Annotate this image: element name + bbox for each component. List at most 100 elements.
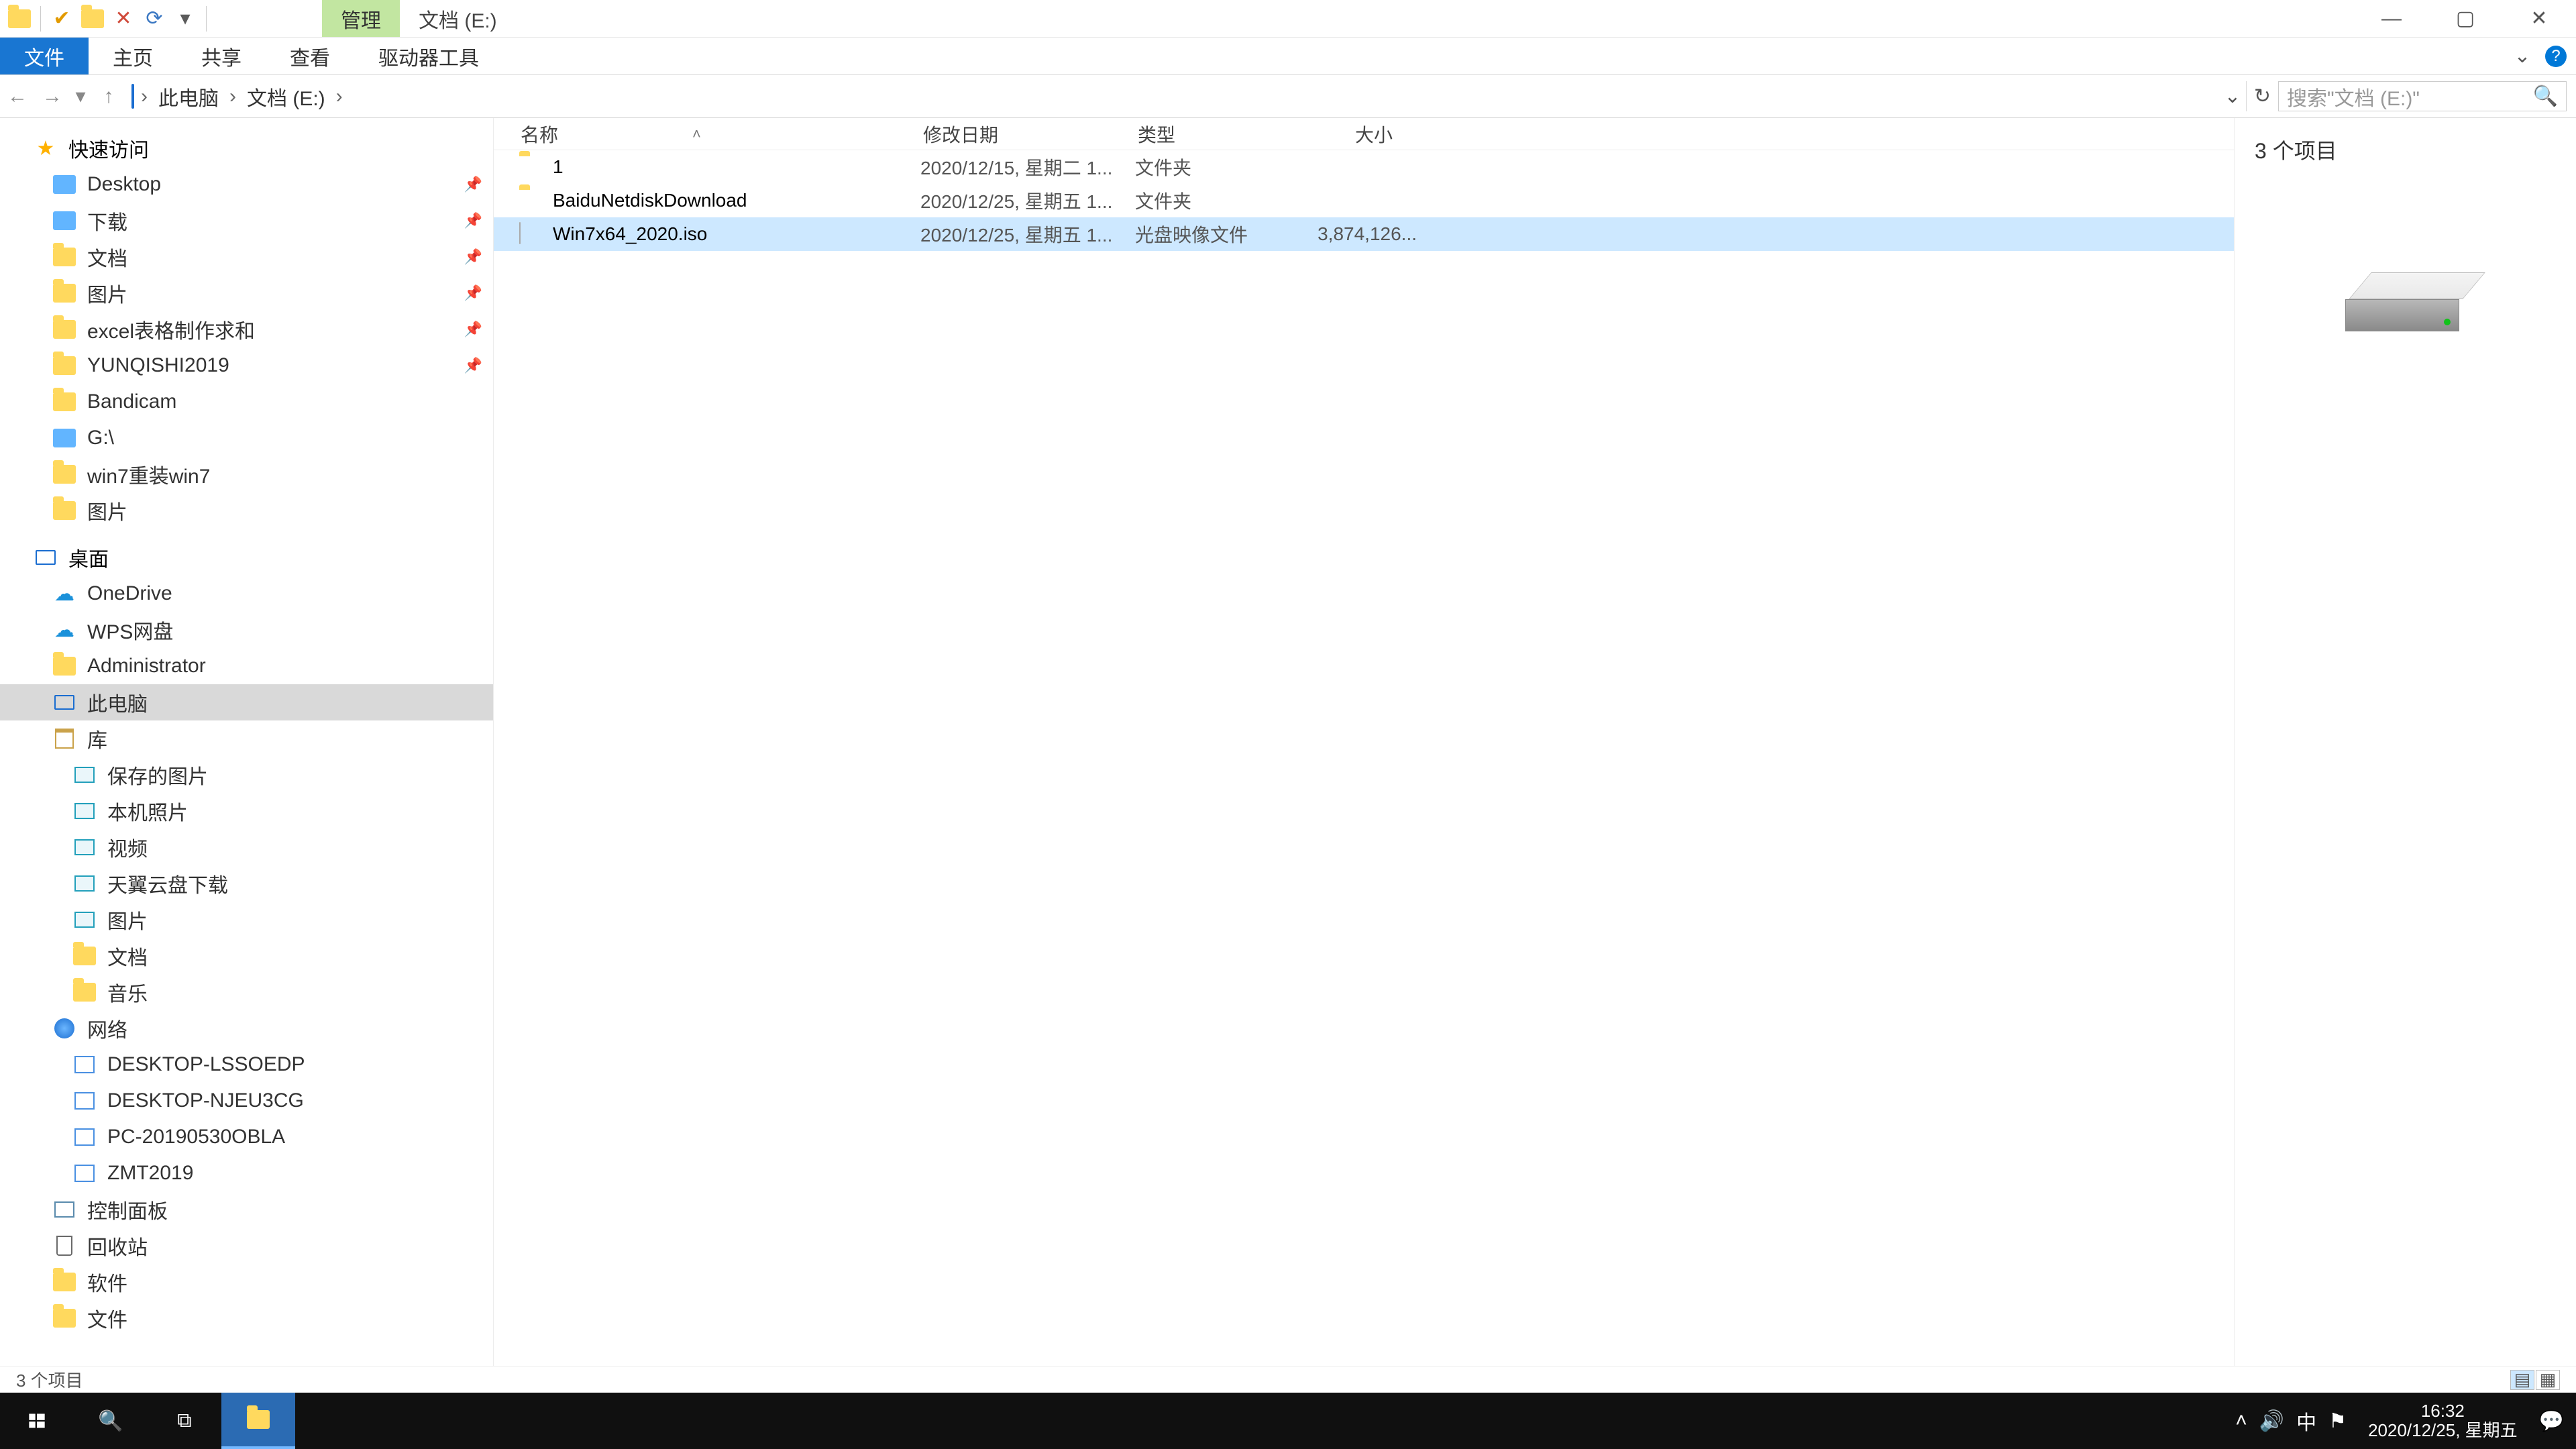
- breadcrumb[interactable]: › 此电脑 › 文档 (E:) ›: [126, 79, 345, 114]
- folder-icon: [52, 354, 76, 378]
- ribbon-tab-share[interactable]: 共享: [177, 38, 266, 74]
- nav-item[interactable]: G:\: [0, 420, 493, 456]
- address-dropdown-icon[interactable]: ⌄: [2219, 85, 2246, 108]
- nav-group-desktop[interactable]: 桌面: [0, 539, 493, 576]
- column-header-row[interactable]: 名称 ˄ 修改日期 类型 大小: [494, 118, 2234, 150]
- ribbon-expand-icon[interactable]: ⌄: [2509, 38, 2536, 74]
- nav-item[interactable]: 图片📌: [0, 275, 493, 311]
- ribbon-tab-home[interactable]: 主页: [89, 38, 177, 74]
- nav-item-network[interactable]: 网络: [0, 1010, 493, 1046]
- nav-item[interactable]: 此电脑: [0, 684, 493, 720]
- taskbar-search-button[interactable]: 🔍: [74, 1393, 148, 1449]
- nav-item[interactable]: 文档📌: [0, 239, 493, 275]
- navigation-pane[interactable]: ★ 快速访问 Desktop📌下载📌文档📌图片📌excel表格制作求和📌YUNQ…: [0, 118, 494, 1366]
- qat-delete-icon[interactable]: ✕: [111, 6, 136, 32]
- file-row[interactable]: Win7x64_2020.iso 2020/12/25, 星期五 1... 光盘…: [494, 217, 2234, 251]
- file-row[interactable]: BaiduNetdiskDownload 2020/12/25, 星期五 1..…: [494, 184, 2234, 217]
- nav-item[interactable]: PC-20190530OBLA: [0, 1119, 493, 1155]
- nav-label: 此电脑: [87, 688, 148, 717]
- nav-up-button[interactable]: ↑: [91, 75, 126, 117]
- nav-item-icon: ☁: [52, 618, 76, 642]
- nav-back-button[interactable]: ←: [0, 75, 35, 117]
- column-header-type[interactable]: 类型: [1111, 121, 1292, 148]
- action-center-icon[interactable]: 💬: [2539, 1409, 2564, 1433]
- minimize-button[interactable]: —: [2355, 0, 2428, 37]
- ribbon-context-tab[interactable]: 管理: [322, 0, 400, 37]
- qat-customize-icon[interactable]: ▾: [172, 6, 198, 32]
- nav-item[interactable]: DESKTOP-NJEU3CG: [0, 1083, 493, 1119]
- title-bar: ✔ ✕ ⟳ ▾ 管理 文档 (E:) — ▢ ✕: [0, 0, 2576, 38]
- search-input[interactable]: 搜索"文档 (E:)" 🔍: [2278, 81, 2567, 111]
- breadcrumb-root-icon[interactable]: [131, 85, 134, 108]
- taskbar-clock[interactable]: 16:32 2020/12/25, 星期五: [2359, 1401, 2527, 1440]
- file-row[interactable]: 1 2020/12/15, 星期二 1... 文件夹: [494, 150, 2234, 184]
- nav-label: Administrator: [87, 655, 206, 678]
- view-details-button[interactable]: ▤: [2510, 1370, 2534, 1390]
- nav-item[interactable]: Bandicam: [0, 384, 493, 420]
- chevron-right-icon[interactable]: ›: [138, 85, 150, 108]
- nav-item-software[interactable]: 软件: [0, 1264, 493, 1300]
- nav-item[interactable]: 本机照片: [0, 793, 493, 829]
- nav-item[interactable]: 文档: [0, 938, 493, 974]
- chevron-right-icon[interactable]: ›: [333, 85, 345, 108]
- chevron-right-icon[interactable]: ›: [227, 85, 239, 108]
- maximize-button[interactable]: ▢: [2428, 0, 2502, 37]
- nav-item[interactable]: 库: [0, 720, 493, 757]
- cell-date: 2020/12/15, 星期二 1...: [920, 154, 1135, 180]
- system-tray[interactable]: ˄ 🔊 中 ⚑ 16:32 2020/12/25, 星期五 💬: [2223, 1393, 2576, 1449]
- nav-item[interactable]: 天翼云盘下载: [0, 865, 493, 902]
- qat-properties-icon[interactable]: ✔: [49, 6, 74, 32]
- breadcrumb-segment[interactable]: 文档 (E:): [243, 79, 329, 114]
- nav-recent-button[interactable]: ▾: [70, 75, 91, 117]
- tray-flag-icon[interactable]: ⚑: [2328, 1409, 2347, 1433]
- breadcrumb-segment[interactable]: 此电脑: [154, 79, 223, 114]
- nav-item[interactable]: ☁OneDrive: [0, 576, 493, 612]
- nav-item[interactable]: ZMT2019: [0, 1155, 493, 1191]
- nav-item[interactable]: Desktop📌: [0, 166, 493, 203]
- ribbon-tab-drivetools[interactable]: 驱动器工具: [354, 38, 503, 74]
- tray-overflow-icon[interactable]: ˄: [2235, 1409, 2247, 1432]
- nav-item[interactable]: 下载📌: [0, 203, 493, 239]
- nav-item[interactable]: 图片: [0, 902, 493, 938]
- nav-item[interactable]: excel表格制作求和📌: [0, 311, 493, 347]
- nav-label: 文档: [87, 242, 127, 272]
- ribbon-tab-view[interactable]: 查看: [266, 38, 354, 74]
- nav-item[interactable]: 图片: [0, 492, 493, 529]
- nav-item[interactable]: ☁WPS网盘: [0, 612, 493, 648]
- nav-item[interactable]: 音乐: [0, 974, 493, 1010]
- nav-item[interactable]: YUNQISHI2019📌: [0, 347, 493, 384]
- refresh-button[interactable]: ↻: [2246, 81, 2278, 111]
- taskview-button[interactable]: ⧉: [148, 1393, 221, 1449]
- column-header-size[interactable]: 大小: [1292, 121, 1413, 148]
- close-button[interactable]: ✕: [2502, 0, 2576, 37]
- nav-item-recyclebin[interactable]: 回收站: [0, 1228, 493, 1264]
- qat-app-icon[interactable]: [7, 6, 32, 32]
- nav-item[interactable]: Administrator: [0, 648, 493, 684]
- ribbon-tab-file[interactable]: 文件: [0, 38, 89, 74]
- nav-item[interactable]: DESKTOP-LSSOEDP: [0, 1046, 493, 1083]
- nav-item-controlpanel[interactable]: 控制面板: [0, 1191, 493, 1228]
- start-button[interactable]: [0, 1393, 74, 1449]
- nav-label: OneDrive: [87, 582, 172, 605]
- tray-ime-indicator[interactable]: 中: [2296, 1406, 2316, 1436]
- nav-label: excel表格制作求和: [87, 315, 255, 344]
- taskbar[interactable]: 🔍 ⧉ ˄ 🔊 中 ⚑ 16:32 2020/12/25, 星期五 💬: [0, 1393, 2576, 1449]
- nav-group-quickaccess[interactable]: ★ 快速访问: [0, 130, 493, 166]
- view-largeicons-button[interactable]: ▦: [2536, 1370, 2560, 1390]
- nav-item-files[interactable]: 文件: [0, 1300, 493, 1336]
- help-button[interactable]: ?: [2542, 38, 2569, 74]
- qat-newfolder-icon[interactable]: [80, 6, 105, 32]
- nav-item[interactable]: win7重装win7: [0, 456, 493, 492]
- column-header-date[interactable]: 修改日期: [896, 121, 1111, 148]
- nav-forward-button[interactable]: →: [35, 75, 70, 117]
- column-header-name[interactable]: 名称 ˄: [494, 121, 896, 148]
- search-icon[interactable]: 🔍: [2533, 85, 2558, 108]
- pc-icon: [72, 1125, 97, 1149]
- folder-icon: [52, 426, 76, 450]
- nav-label: 软件: [87, 1267, 127, 1297]
- tray-volume-icon[interactable]: 🔊: [2259, 1409, 2284, 1433]
- qat-undo-icon[interactable]: ⟳: [142, 6, 167, 32]
- nav-item[interactable]: 保存的图片: [0, 757, 493, 793]
- taskbar-explorer-button[interactable]: [221, 1393, 295, 1449]
- nav-item[interactable]: 视频: [0, 829, 493, 865]
